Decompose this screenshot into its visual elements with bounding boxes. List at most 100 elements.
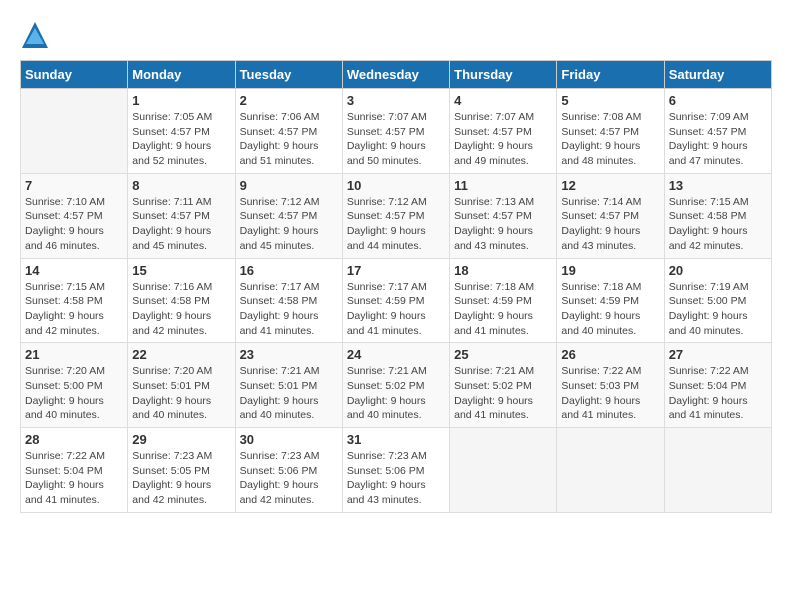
day-number: 30 [240,432,338,447]
calendar-cell: 7 Sunrise: 7:10 AMSunset: 4:57 PMDaylight… [21,173,128,258]
day-number: 6 [669,93,767,108]
day-number: 7 [25,178,123,193]
day-info: Sunrise: 7:10 AMSunset: 4:57 PMDaylight:… [25,195,123,254]
day-info: Sunrise: 7:12 AMSunset: 4:57 PMDaylight:… [347,195,445,254]
day-number: 21 [25,347,123,362]
calendar-cell: 26 Sunrise: 7:22 AMSunset: 5:03 PMDayligh… [557,343,664,428]
day-number: 25 [454,347,552,362]
calendar-cell: 22 Sunrise: 7:20 AMSunset: 5:01 PMDayligh… [128,343,235,428]
day-info: Sunrise: 7:23 AMSunset: 5:06 PMDaylight:… [240,449,338,508]
day-number: 11 [454,178,552,193]
day-number: 22 [132,347,230,362]
calendar-week-5: 28 Sunrise: 7:22 AMSunset: 5:04 PMDayligh… [21,428,772,513]
day-header-tuesday: Tuesday [235,61,342,89]
calendar-cell [557,428,664,513]
calendar-cell: 2 Sunrise: 7:06 AMSunset: 4:57 PMDaylight… [235,89,342,174]
day-header-friday: Friday [557,61,664,89]
calendar-cell: 17Sunrise: 7:17 AMSunset: 4:59 PMDayligh… [342,258,449,343]
calendar-cell: 14 Sunrise: 7:15 AMSunset: 4:58 PMDayligh… [21,258,128,343]
calendar-cell: 30 Sunrise: 7:23 AMSunset: 5:06 PMDayligh… [235,428,342,513]
day-info: Sunrise: 7:13 AMSunset: 4:57 PMDaylight:… [454,195,552,254]
day-number: 20 [669,263,767,278]
calendar-cell: 25 Sunrise: 7:21 AMSunset: 5:02 PMDayligh… [450,343,557,428]
calendar-cell: 9 Sunrise: 7:12 AMSunset: 4:57 PMDaylight… [235,173,342,258]
calendar-cell: 11 Sunrise: 7:13 AMSunset: 4:57 PMDayligh… [450,173,557,258]
calendar-cell: 16 Sunrise: 7:17 AMSunset: 4:58 PMDayligh… [235,258,342,343]
day-number: 13 [669,178,767,193]
calendar-cell: 3Sunrise: 7:07 AMSunset: 4:57 PMDaylight… [342,89,449,174]
day-info: Sunrise: 7:22 AMSunset: 5:03 PMDaylight:… [561,364,659,423]
day-info: Sunrise: 7:22 AMSunset: 5:04 PMDaylight:… [25,449,123,508]
calendar-week-3: 14 Sunrise: 7:15 AMSunset: 4:58 PMDayligh… [21,258,772,343]
calendar-table: SundayMondayTuesdayWednesdayThursdayFrid… [20,60,772,513]
calendar-cell: 18 Sunrise: 7:18 AMSunset: 4:59 PMDayligh… [450,258,557,343]
calendar-cell: 29 Sunrise: 7:23 AMSunset: 5:05 PMDayligh… [128,428,235,513]
calendar-week-2: 7 Sunrise: 7:10 AMSunset: 4:57 PMDaylight… [21,173,772,258]
day-header-thursday: Thursday [450,61,557,89]
calendar-cell: 8 Sunrise: 7:11 AMSunset: 4:57 PMDaylight… [128,173,235,258]
day-header-sunday: Sunday [21,61,128,89]
day-info: Sunrise: 7:21 AMSunset: 5:02 PMDaylight:… [454,364,552,423]
day-header-monday: Monday [128,61,235,89]
day-info: Sunrise: 7:21 AMSunset: 5:02 PMDaylight:… [347,364,445,423]
day-number: 14 [25,263,123,278]
calendar-cell [21,89,128,174]
day-info: Sunrise: 7:08 AMSunset: 4:57 PMDaylight:… [561,110,659,169]
day-number: 1 [132,93,230,108]
day-info: Sunrise: 7:20 AMSunset: 5:00 PMDaylight:… [25,364,123,423]
page-header [20,20,772,50]
calendar-cell: 15Sunrise: 7:16 AMSunset: 4:58 PMDayligh… [128,258,235,343]
day-header-wednesday: Wednesday [342,61,449,89]
day-number: 19 [561,263,659,278]
day-number: 29 [132,432,230,447]
calendar-week-4: 21 Sunrise: 7:20 AMSunset: 5:00 PMDayligh… [21,343,772,428]
calendar-cell: 23Sunrise: 7:21 AMSunset: 5:01 PMDayligh… [235,343,342,428]
calendar-cell: 27 Sunrise: 7:22 AMSunset: 5:04 PMDayligh… [664,343,771,428]
day-info: Sunrise: 7:20 AMSunset: 5:01 PMDaylight:… [132,364,230,423]
day-number: 8 [132,178,230,193]
day-number: 5 [561,93,659,108]
day-info: Sunrise: 7:05 AMSunset: 4:57 PMDaylight:… [132,110,230,169]
calendar-cell: 31 Sunrise: 7:23 AMSunset: 5:06 PMDayligh… [342,428,449,513]
day-info: Sunrise: 7:23 AMSunset: 5:06 PMDaylight:… [347,449,445,508]
calendar-cell [664,428,771,513]
calendar-week-1: 1 Sunrise: 7:05 AMSunset: 4:57 PMDaylight… [21,89,772,174]
day-number: 24 [347,347,445,362]
day-info: Sunrise: 7:15 AMSunset: 4:58 PMDaylight:… [25,280,123,339]
day-info: Sunrise: 7:16 AMSunset: 4:58 PMDaylight:… [132,280,230,339]
day-number: 10 [347,178,445,193]
day-info: Sunrise: 7:09 AMSunset: 4:57 PMDaylight:… [669,110,767,169]
day-number: 2 [240,93,338,108]
day-info: Sunrise: 7:14 AMSunset: 4:57 PMDaylight:… [561,195,659,254]
day-number: 28 [25,432,123,447]
calendar-cell: 28 Sunrise: 7:22 AMSunset: 5:04 PMDayligh… [21,428,128,513]
day-info: Sunrise: 7:19 AMSunset: 5:00 PMDaylight:… [669,280,767,339]
day-number: 31 [347,432,445,447]
day-number: 16 [240,263,338,278]
day-number: 27 [669,347,767,362]
day-number: 26 [561,347,659,362]
day-number: 3 [347,93,445,108]
day-info: Sunrise: 7:17 AMSunset: 4:58 PMDaylight:… [240,280,338,339]
calendar-cell: 5 Sunrise: 7:08 AMSunset: 4:57 PMDaylight… [557,89,664,174]
day-info: Sunrise: 7:11 AMSunset: 4:57 PMDaylight:… [132,195,230,254]
day-info: Sunrise: 7:15 AMSunset: 4:58 PMDaylight:… [669,195,767,254]
day-header-saturday: Saturday [664,61,771,89]
day-info: Sunrise: 7:12 AMSunset: 4:57 PMDaylight:… [240,195,338,254]
logo-icon [20,20,50,50]
day-number: 9 [240,178,338,193]
day-number: 18 [454,263,552,278]
calendar-header-row: SundayMondayTuesdayWednesdayThursdayFrid… [21,61,772,89]
calendar-cell: 12Sunrise: 7:14 AMSunset: 4:57 PMDayligh… [557,173,664,258]
calendar-cell: 10 Sunrise: 7:12 AMSunset: 4:57 PMDayligh… [342,173,449,258]
day-info: Sunrise: 7:22 AMSunset: 5:04 PMDaylight:… [669,364,767,423]
calendar-cell: 13 Sunrise: 7:15 AMSunset: 4:58 PMDayligh… [664,173,771,258]
day-number: 4 [454,93,552,108]
calendar-cell: 6 Sunrise: 7:09 AMSunset: 4:57 PMDaylight… [664,89,771,174]
calendar-cell [450,428,557,513]
day-info: Sunrise: 7:17 AMSunset: 4:59 PMDaylight:… [347,280,445,339]
day-info: Sunrise: 7:06 AMSunset: 4:57 PMDaylight:… [240,110,338,169]
calendar-cell: 19Sunrise: 7:18 AMSunset: 4:59 PMDayligh… [557,258,664,343]
day-info: Sunrise: 7:18 AMSunset: 4:59 PMDaylight:… [454,280,552,339]
day-info: Sunrise: 7:23 AMSunset: 5:05 PMDaylight:… [132,449,230,508]
